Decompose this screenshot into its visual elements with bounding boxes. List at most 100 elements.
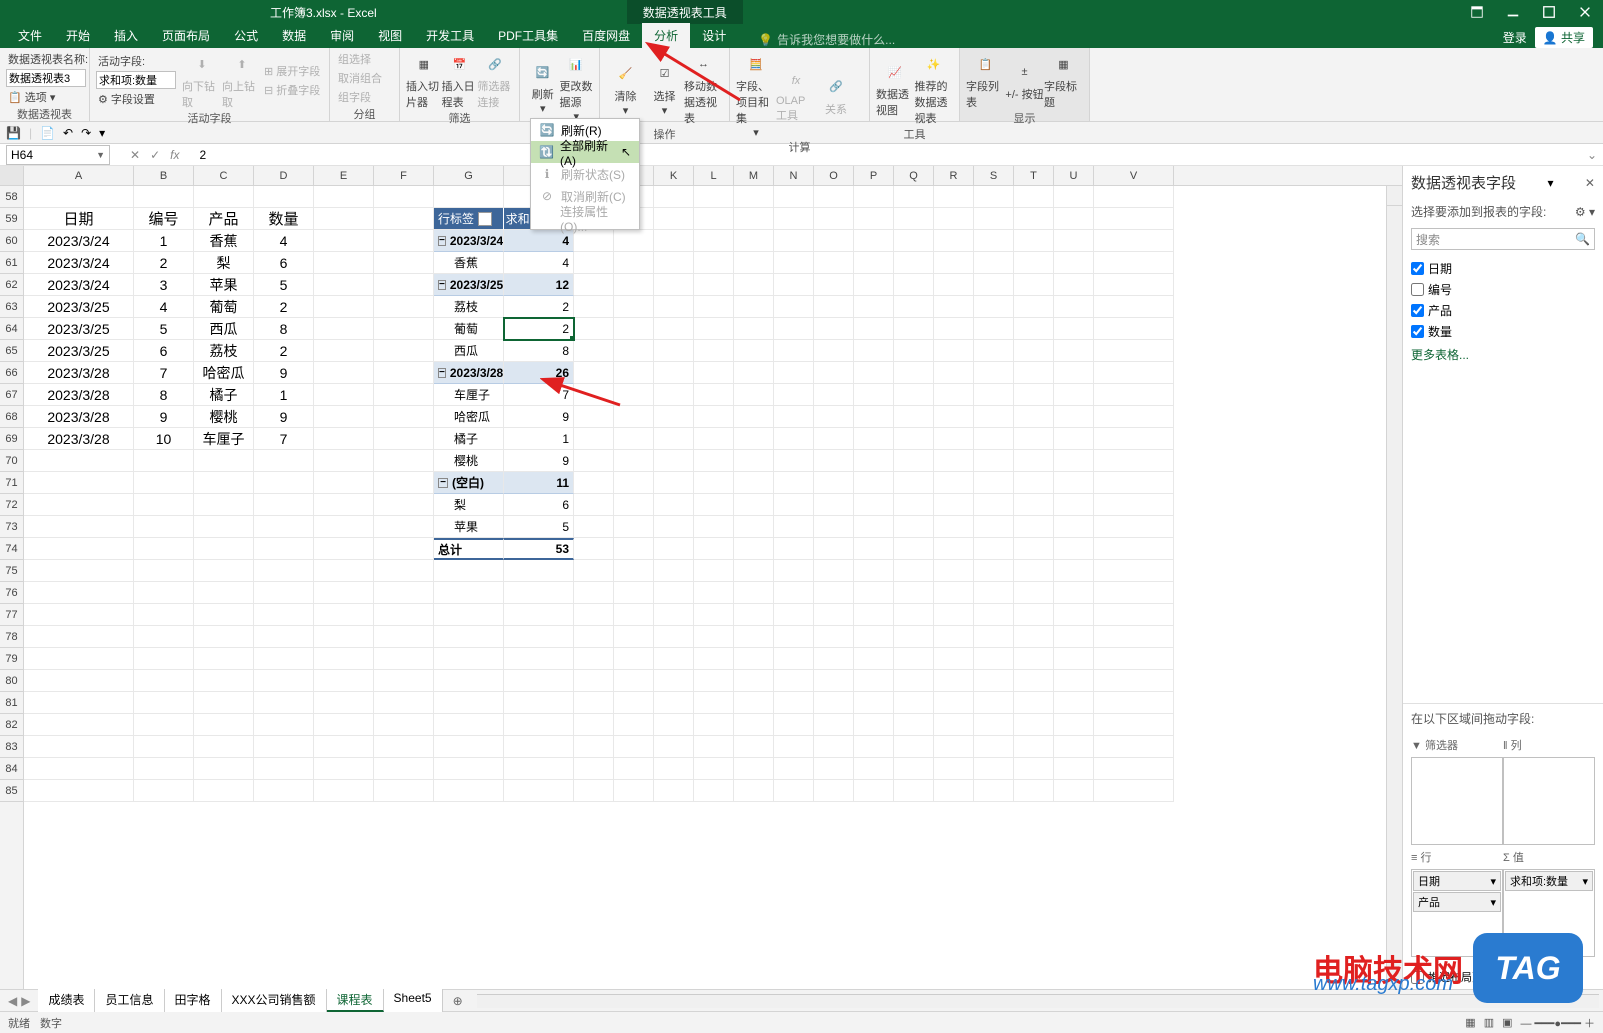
column-header[interactable]: C bbox=[194, 166, 254, 185]
cell[interactable] bbox=[774, 384, 814, 406]
cell[interactable] bbox=[504, 604, 574, 626]
cell[interactable] bbox=[314, 494, 374, 516]
cell[interactable] bbox=[654, 208, 694, 230]
cell[interactable] bbox=[974, 604, 1014, 626]
cell[interactable] bbox=[814, 736, 854, 758]
cell[interactable] bbox=[654, 516, 694, 538]
add-sheet-button[interactable]: ⊕ bbox=[443, 994, 473, 1008]
cell[interactable] bbox=[1054, 692, 1094, 714]
cell[interactable]: 行标签▾ bbox=[434, 208, 504, 230]
cell[interactable] bbox=[974, 758, 1014, 780]
cell[interactable] bbox=[974, 296, 1014, 318]
cell[interactable] bbox=[374, 494, 434, 516]
cell[interactable] bbox=[774, 692, 814, 714]
row-header[interactable]: 62 bbox=[0, 274, 23, 296]
cell[interactable] bbox=[974, 406, 1014, 428]
row-header[interactable]: 69 bbox=[0, 428, 23, 450]
cell[interactable] bbox=[774, 362, 814, 384]
cell[interactable] bbox=[654, 318, 694, 340]
cell[interactable] bbox=[1094, 538, 1174, 560]
tab-数据[interactable]: 数据 bbox=[270, 23, 318, 48]
cell[interactable]: 26 bbox=[504, 362, 574, 384]
cell[interactable]: 1 bbox=[134, 230, 194, 252]
cell[interactable] bbox=[934, 406, 974, 428]
cell[interactable] bbox=[134, 450, 194, 472]
cell[interactable] bbox=[614, 516, 654, 538]
cell[interactable] bbox=[974, 450, 1014, 472]
cell[interactable] bbox=[1094, 230, 1174, 252]
cell[interactable] bbox=[814, 780, 854, 802]
cell[interactable]: 2023/3/28 bbox=[24, 384, 134, 406]
row-header[interactable]: 58 bbox=[0, 186, 23, 208]
cell[interactable] bbox=[1014, 780, 1054, 802]
cell[interactable] bbox=[694, 428, 734, 450]
tab-设计[interactable]: 设计 bbox=[690, 23, 738, 48]
chevron-down-icon[interactable]: ▼ bbox=[96, 150, 105, 160]
cell[interactable] bbox=[694, 736, 734, 758]
cell[interactable] bbox=[314, 450, 374, 472]
cell[interactable] bbox=[314, 296, 374, 318]
cell[interactable] bbox=[24, 736, 134, 758]
cell[interactable] bbox=[694, 604, 734, 626]
cell[interactable] bbox=[934, 538, 974, 560]
insert-slicer-button[interactable]: ▦插入切片器 bbox=[406, 50, 442, 110]
cell[interactable] bbox=[434, 736, 504, 758]
cell[interactable] bbox=[314, 186, 374, 208]
cell[interactable]: 西瓜 bbox=[194, 318, 254, 340]
cell[interactable] bbox=[774, 780, 814, 802]
sheet-tab[interactable]: 田字格 bbox=[165, 989, 222, 1012]
cell[interactable] bbox=[254, 560, 314, 582]
cell[interactable] bbox=[934, 736, 974, 758]
column-header[interactable]: M bbox=[734, 166, 774, 185]
column-header[interactable]: O bbox=[814, 166, 854, 185]
cell[interactable] bbox=[694, 626, 734, 648]
cell[interactable] bbox=[694, 450, 734, 472]
cell[interactable] bbox=[694, 208, 734, 230]
cell[interactable] bbox=[854, 274, 894, 296]
cell[interactable] bbox=[434, 714, 504, 736]
cell[interactable] bbox=[934, 384, 974, 406]
cell[interactable] bbox=[814, 428, 854, 450]
cell[interactable] bbox=[734, 230, 774, 252]
cell[interactable]: 西瓜 bbox=[434, 340, 504, 362]
cell[interactable]: 2023/3/24 bbox=[24, 252, 134, 274]
cell[interactable] bbox=[314, 538, 374, 560]
cell[interactable] bbox=[574, 362, 614, 384]
cell[interactable] bbox=[1014, 274, 1054, 296]
cell[interactable] bbox=[814, 582, 854, 604]
cell[interactable] bbox=[894, 494, 934, 516]
chevron-down-icon[interactable]: ▾ bbox=[1490, 875, 1496, 888]
cell[interactable] bbox=[374, 582, 434, 604]
cell[interactable] bbox=[254, 604, 314, 626]
cell[interactable] bbox=[854, 472, 894, 494]
cell[interactable]: 8 bbox=[504, 340, 574, 362]
cell[interactable] bbox=[434, 648, 504, 670]
row-header[interactable]: 80 bbox=[0, 670, 23, 692]
cell[interactable] bbox=[1094, 186, 1174, 208]
cell[interactable]: 樱桃 bbox=[194, 406, 254, 428]
cell[interactable] bbox=[654, 450, 694, 472]
field-headers-button[interactable]: ▦字段标题 bbox=[1044, 50, 1083, 110]
sheet-tab[interactable]: 成绩表 bbox=[38, 989, 95, 1012]
cell[interactable] bbox=[974, 648, 1014, 670]
cell[interactable] bbox=[574, 384, 614, 406]
view-normal-icon[interactable]: ▦ bbox=[1465, 1016, 1475, 1029]
cell[interactable]: 2023/3/24 bbox=[24, 274, 134, 296]
cell[interactable] bbox=[894, 340, 934, 362]
cell[interactable]: 2 bbox=[504, 296, 574, 318]
cell[interactable] bbox=[894, 758, 934, 780]
cell[interactable]: 4 bbox=[504, 252, 574, 274]
name-box[interactable]: H64 ▼ bbox=[6, 145, 110, 165]
row-header[interactable]: 76 bbox=[0, 582, 23, 604]
cell[interactable] bbox=[734, 604, 774, 626]
recommended-pivot-button[interactable]: ✨推荐的数据透视表 bbox=[915, 50, 954, 126]
cell[interactable] bbox=[1014, 604, 1054, 626]
cell[interactable] bbox=[734, 428, 774, 450]
cell[interactable] bbox=[254, 626, 314, 648]
cell[interactable] bbox=[854, 406, 894, 428]
cell[interactable] bbox=[194, 626, 254, 648]
cell[interactable] bbox=[1094, 626, 1174, 648]
cell[interactable] bbox=[934, 340, 974, 362]
cell[interactable] bbox=[854, 604, 894, 626]
cell[interactable] bbox=[1014, 450, 1054, 472]
